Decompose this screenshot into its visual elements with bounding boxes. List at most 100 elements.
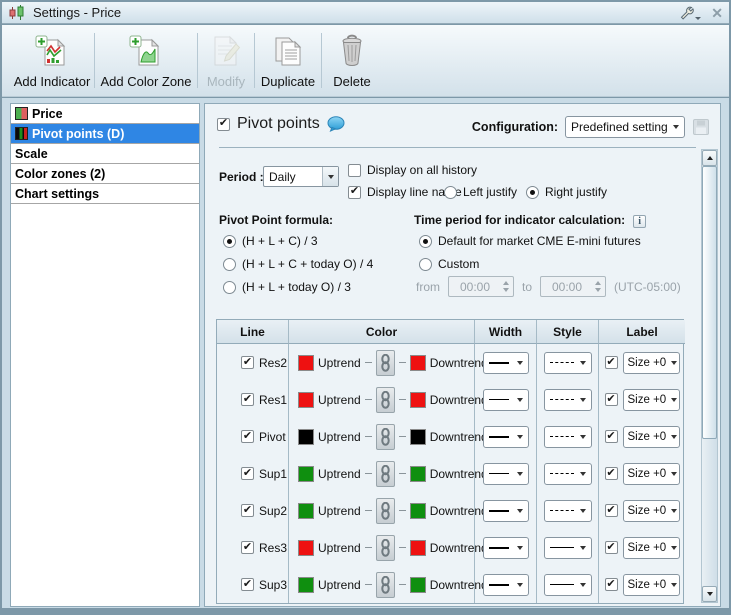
label-checkbox[interactable] xyxy=(605,504,618,517)
width-select[interactable] xyxy=(483,463,529,485)
spinner-down-icon[interactable] xyxy=(595,288,601,292)
display-all-history-checkbox[interactable] xyxy=(348,164,361,177)
delete-button[interactable]: Delete xyxy=(322,25,382,96)
scrollbar-up-button[interactable] xyxy=(702,150,717,166)
formula-option-1[interactable]: (H + L + C) / 3 xyxy=(223,234,318,248)
line-checkbox[interactable] xyxy=(241,393,254,406)
configuration-select[interactable]: Predefined settings xyxy=(565,116,685,138)
right-justify-option[interactable]: Right justify xyxy=(526,185,607,199)
add-color-zone-button[interactable]: Add Color Zone xyxy=(95,25,197,96)
to-time-input[interactable]: 00:00 xyxy=(540,276,606,297)
link-colors-button[interactable] xyxy=(376,387,395,413)
uptrend-color-swatch[interactable] xyxy=(298,503,314,519)
style-select[interactable] xyxy=(544,463,592,485)
line-checkbox[interactable] xyxy=(241,430,254,443)
pivot-points-enable-checkbox[interactable] xyxy=(217,118,230,131)
link-colors-button[interactable] xyxy=(376,424,395,450)
line-checkbox[interactable] xyxy=(241,467,254,480)
duplicate-button[interactable]: Duplicate xyxy=(255,25,321,96)
time-period-custom-radio[interactable] xyxy=(419,258,432,271)
scrollbar-down-button[interactable] xyxy=(702,586,717,602)
label-size-select[interactable]: Size +0 xyxy=(623,426,680,448)
line-checkbox[interactable] xyxy=(241,541,254,554)
downtrend-color-swatch[interactable] xyxy=(410,466,426,482)
uptrend-color-swatch[interactable] xyxy=(298,392,314,408)
downtrend-color-swatch[interactable] xyxy=(410,392,426,408)
spinner-up-icon[interactable] xyxy=(503,281,509,285)
info-icon[interactable]: i xyxy=(633,215,646,228)
add-indicator-button[interactable]: Add Indicator xyxy=(10,25,94,96)
formula-radio-2[interactable] xyxy=(223,258,236,271)
right-justify-radio[interactable] xyxy=(526,186,539,199)
label-checkbox[interactable] xyxy=(605,393,618,406)
downtrend-color-swatch[interactable] xyxy=(410,540,426,556)
spinner-up-icon[interactable] xyxy=(595,281,601,285)
save-configuration-icon[interactable] xyxy=(692,118,710,136)
sidebar-item-scale[interactable]: Scale xyxy=(11,144,199,164)
sidebar-item-price[interactable]: Price xyxy=(11,104,199,124)
style-select[interactable] xyxy=(544,500,592,522)
left-justify-option[interactable]: Left justify xyxy=(444,185,517,199)
sidebar-item-chart-settings[interactable]: Chart settings xyxy=(11,184,199,204)
style-select[interactable] xyxy=(544,352,592,374)
downtrend-color-swatch[interactable] xyxy=(410,355,426,371)
close-icon[interactable]: ✕ xyxy=(711,6,723,20)
sidebar-item-color-zones[interactable]: Color zones (2) xyxy=(11,164,199,184)
width-select[interactable] xyxy=(483,426,529,448)
uptrend-color-swatch[interactable] xyxy=(298,466,314,482)
label-checkbox[interactable] xyxy=(605,430,618,443)
style-select[interactable] xyxy=(544,389,592,411)
label-size-select[interactable]: Size +0 xyxy=(623,389,680,411)
uptrend-color-swatch[interactable] xyxy=(298,577,314,593)
formula-option-3[interactable]: (H + L + today O) / 3 xyxy=(223,280,351,294)
time-period-custom-option[interactable]: Custom xyxy=(419,257,479,271)
time-period-default-radio[interactable] xyxy=(419,235,432,248)
display-line-name-checkbox[interactable] xyxy=(348,186,361,199)
formula-option-2[interactable]: (H + L + C + today O) / 4 xyxy=(223,257,373,271)
downtrend-color-swatch[interactable] xyxy=(410,577,426,593)
label-size-select[interactable]: Size +0 xyxy=(623,537,680,559)
uptrend-color-swatch[interactable] xyxy=(298,429,314,445)
period-select[interactable]: Daily xyxy=(263,166,339,187)
width-select[interactable] xyxy=(483,352,529,374)
style-select[interactable] xyxy=(544,426,592,448)
modify-button[interactable]: Modify xyxy=(198,25,254,96)
label-size-select[interactable]: Size +0 xyxy=(623,574,680,596)
width-select[interactable] xyxy=(483,500,529,522)
style-select[interactable] xyxy=(544,574,592,596)
formula-radio-3[interactable] xyxy=(223,281,236,294)
display-all-history-option[interactable]: Display on all history xyxy=(348,163,477,177)
from-time-input[interactable]: 00:00 xyxy=(448,276,514,297)
width-select[interactable] xyxy=(483,537,529,559)
uptrend-color-swatch[interactable] xyxy=(298,355,314,371)
link-colors-button[interactable] xyxy=(376,461,395,487)
downtrend-color-swatch[interactable] xyxy=(410,503,426,519)
link-colors-button[interactable] xyxy=(376,498,395,524)
link-colors-button[interactable] xyxy=(376,350,395,376)
label-checkbox[interactable] xyxy=(605,541,618,554)
label-checkbox[interactable] xyxy=(605,356,618,369)
scrollbar-thumb[interactable] xyxy=(702,166,717,439)
width-select[interactable] xyxy=(483,574,529,596)
time-period-default-option[interactable]: Default for market CME E-mini futures xyxy=(419,234,641,248)
uptrend-color-swatch[interactable] xyxy=(298,540,314,556)
line-checkbox[interactable] xyxy=(241,578,254,591)
spinner-down-icon[interactable] xyxy=(503,288,509,292)
help-bubble-icon[interactable] xyxy=(327,116,345,132)
left-justify-radio[interactable] xyxy=(444,186,457,199)
tools-menu-button[interactable] xyxy=(679,5,701,20)
label-size-select[interactable]: Size +0 xyxy=(623,500,680,522)
label-checkbox[interactable] xyxy=(605,467,618,480)
line-checkbox[interactable] xyxy=(241,504,254,517)
link-colors-button[interactable] xyxy=(376,535,395,561)
link-colors-button[interactable] xyxy=(376,572,395,598)
style-select[interactable] xyxy=(544,537,592,559)
line-checkbox[interactable] xyxy=(241,356,254,369)
downtrend-color-swatch[interactable] xyxy=(410,429,426,445)
width-select[interactable] xyxy=(483,389,529,411)
label-size-select[interactable]: Size +0 xyxy=(623,463,680,485)
label-checkbox[interactable] xyxy=(605,578,618,591)
formula-radio-1[interactable] xyxy=(223,235,236,248)
label-size-select[interactable]: Size +0 xyxy=(623,352,680,374)
sidebar-item-pivot-points[interactable]: Pivot points (D) xyxy=(11,124,199,144)
